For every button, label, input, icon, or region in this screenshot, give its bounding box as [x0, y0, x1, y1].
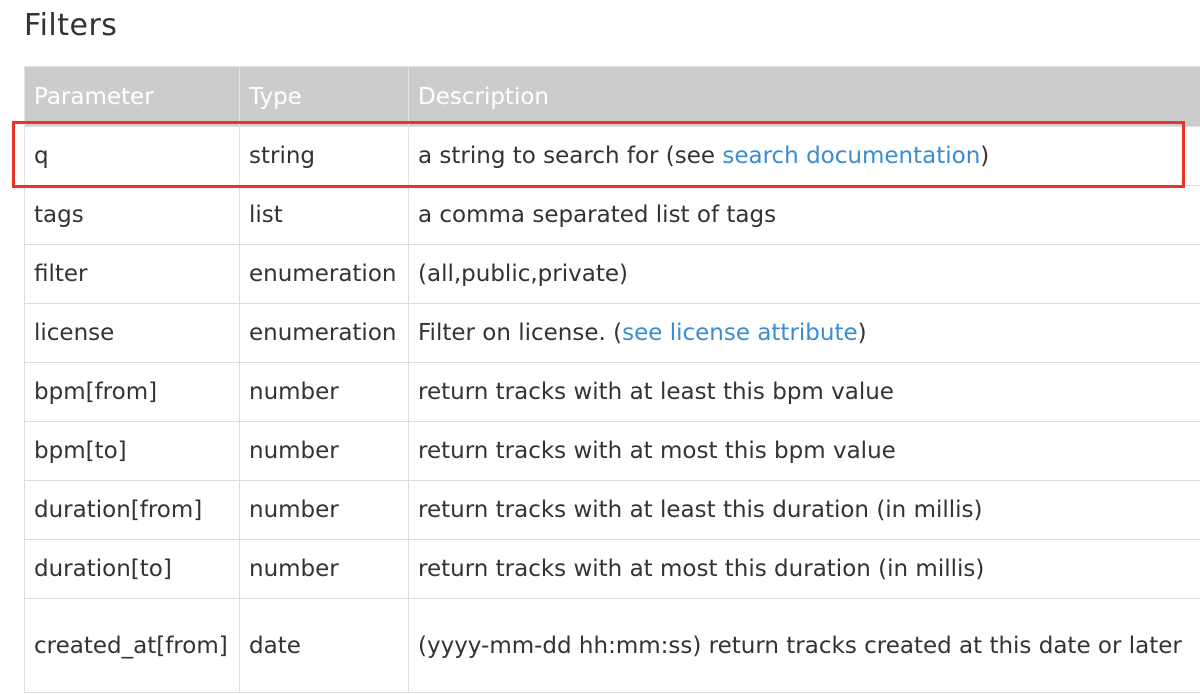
type-cell: list — [239, 185, 409, 245]
table-row: duration[to] number return tracks with a… — [24, 539, 1200, 599]
description-cell: return tracks with at most this duration… — [408, 539, 1200, 599]
search-documentation-link[interactable]: search documentation — [722, 143, 980, 169]
description-text: ) — [857, 320, 867, 346]
description-cell: (yyyy-mm-dd hh:mm:ss) return tracks crea… — [408, 598, 1200, 693]
table-row: q string a string to search for (see sea… — [24, 126, 1200, 186]
table-row: license enumeration Filter on license. (… — [24, 303, 1200, 363]
type-cell: string — [239, 126, 409, 186]
type-cell: date — [239, 598, 409, 693]
table-row: created_at[from] date (yyyy-mm-dd hh:mm:… — [24, 598, 1200, 693]
param-cell: license — [24, 303, 240, 363]
description-text: a string to search for (see — [418, 143, 723, 169]
type-cell: number — [239, 539, 409, 599]
license-attribute-link[interactable]: see license attribute — [622, 320, 858, 346]
type-cell: enumeration — [239, 244, 409, 304]
table-row: bpm[to] number return tracks with at mos… — [24, 421, 1200, 481]
param-cell: tags — [24, 185, 240, 245]
description-text: Filter on license. ( — [418, 320, 623, 346]
param-cell: q — [24, 126, 240, 186]
param-cell: bpm[from] — [24, 362, 240, 422]
description-cell: return tracks with at least this duratio… — [408, 480, 1200, 540]
table-row: bpm[from] number return tracks with at l… — [24, 362, 1200, 422]
filters-table: Parameter Type Description q string a st… — [24, 66, 1200, 693]
param-cell: bpm[to] — [24, 421, 240, 481]
description-cell: a string to search for (see search docum… — [408, 126, 1200, 186]
type-cell: enumeration — [239, 303, 409, 363]
page: Filters Parameter Type Description q str… — [0, 0, 1200, 695]
column-header-parameter: Parameter — [24, 66, 240, 127]
param-cell: duration[to] — [24, 539, 240, 599]
description-cell: Filter on license. (see license attribut… — [408, 303, 1200, 363]
type-cell: number — [239, 480, 409, 540]
section-title: Filters — [24, 8, 118, 43]
table-row: filter enumeration (all,public,private) — [24, 244, 1200, 304]
description-text: ) — [980, 143, 990, 169]
type-cell: number — [239, 362, 409, 422]
type-cell: number — [239, 421, 409, 481]
column-header-type: Type — [239, 66, 409, 127]
description-cell: return tracks with at least this bpm val… — [408, 362, 1200, 422]
table-row: duration[from] number return tracks with… — [24, 480, 1200, 540]
description-cell: (all,public,private) — [408, 244, 1200, 304]
table-header-row: Parameter Type Description — [24, 66, 1200, 127]
description-cell: a comma separated list of tags — [408, 185, 1200, 245]
param-cell: created_at[from] — [24, 598, 240, 693]
column-header-description: Description — [408, 66, 1200, 127]
table-row: tags list a comma separated list of tags — [24, 185, 1200, 245]
param-cell: filter — [24, 244, 240, 304]
param-cell: duration[from] — [24, 480, 240, 540]
description-cell: return tracks with at most this bpm valu… — [408, 421, 1200, 481]
